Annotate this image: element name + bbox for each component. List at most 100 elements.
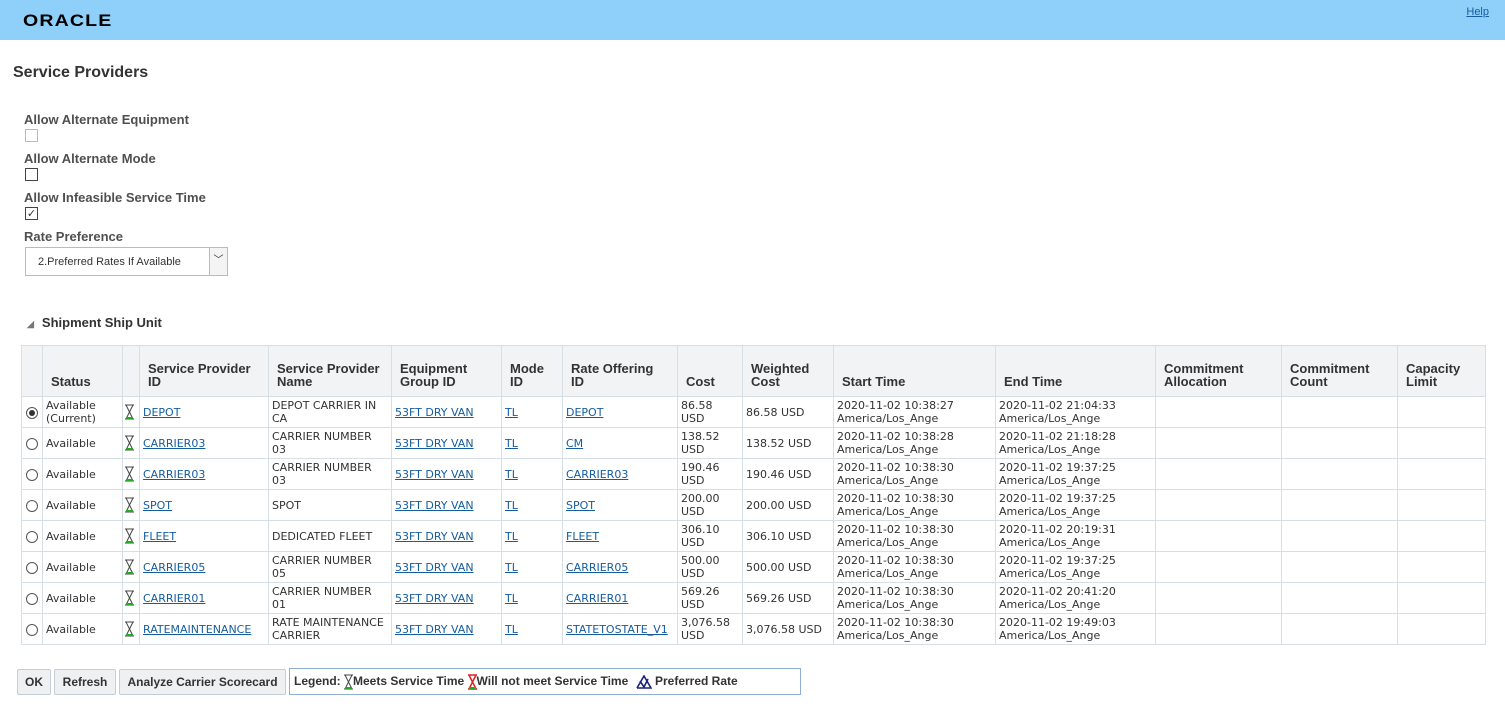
table-row: Available CARRIER01 CARRIER NUMBER 01 53FT …	[21, 582, 1486, 614]
allow-alternate-mode-checkbox[interactable]	[25, 168, 38, 181]
row-select-radio[interactable]	[26, 468, 38, 481]
mode-id-link[interactable]: TL	[505, 623, 518, 636]
row-select-radio[interactable]	[26, 592, 38, 605]
service-provider-name-cell: CARRIER NUMBER 03	[268, 458, 392, 490]
rate-preference-select[interactable]: 2.Preferred Rates If Available ﹀	[25, 247, 228, 276]
mode-id-link[interactable]: TL	[505, 437, 518, 450]
service-provider-id-link[interactable]: SPOT	[143, 499, 172, 512]
start-time-cell: 2020-11-02 10:38:30 America/Los_Ange	[833, 458, 996, 490]
row-select-radio[interactable]	[26, 530, 38, 543]
ok-button[interactable]: OK	[17, 669, 51, 695]
weighted-cost-cell: 190.46 USD	[742, 458, 834, 490]
status-cell: Available (Current)	[42, 396, 123, 428]
mode-id-link[interactable]: TL	[505, 561, 518, 574]
service-provider-id-link[interactable]: CARRIER01	[143, 592, 205, 605]
allow-infeasible-service-time-checkbox[interactable]: ✓	[25, 207, 38, 220]
row-select-radio[interactable]	[26, 406, 38, 419]
mode-id-link[interactable]: TL	[505, 530, 518, 543]
column-header: End Time	[995, 345, 1156, 397]
start-time-cell: 2020-11-02 10:38:30 America/Los_Ange	[833, 582, 996, 614]
row-select-radio[interactable]	[26, 499, 38, 512]
service-provider-id-link[interactable]: RATEMAINTENANCE	[143, 623, 251, 636]
rate-offering-link[interactable]: SPOT	[566, 499, 595, 512]
service-provider-id-link[interactable]: CARRIER03	[143, 437, 205, 450]
service-provider-name-cell: DEPOT CARRIER IN CA	[268, 396, 392, 428]
equipment-group-link[interactable]: 53FT DRY VAN	[395, 530, 474, 543]
section-header[interactable]: ◢ Shipment Ship Unit	[27, 315, 162, 330]
service-provider-id-link[interactable]: FLEET	[143, 530, 176, 543]
hourglass-icon	[125, 497, 134, 513]
column-header	[122, 345, 140, 397]
end-time-cell: 2020-11-02 20:41:20 America/Los_Ange	[995, 582, 1156, 614]
status-cell: Available	[42, 551, 123, 583]
rate-offering-link[interactable]: CM	[566, 437, 583, 450]
cost-cell: 200.00 USD	[677, 489, 743, 521]
equipment-group-link[interactable]: 53FT DRY VAN	[395, 623, 474, 636]
table-row: Available RATEMAINTENANCE RATE MAINTENANCE…	[21, 613, 1486, 645]
mode-id-link[interactable]: TL	[505, 499, 518, 512]
equipment-group-link[interactable]: 53FT DRY VAN	[395, 437, 474, 450]
cost-cell: 138.52 USD	[677, 427, 743, 459]
rate-offering-link[interactable]: CARRIER01	[566, 592, 628, 605]
refresh-button[interactable]: Refresh	[54, 669, 116, 695]
hourglass-red-icon	[467, 674, 477, 690]
row-select-radio[interactable]	[26, 623, 38, 636]
start-time-cell: 2020-11-02 10:38:28 America/Los_Ange	[833, 427, 996, 459]
service-provider-name-cell: CARRIER NUMBER 05	[268, 551, 392, 583]
cost-cell: 569.26 USD	[677, 582, 743, 614]
mode-id-link[interactable]: TL	[505, 592, 518, 605]
capacity-limit-cell	[1397, 489, 1486, 521]
end-time-cell: 2020-11-02 21:04:33 America/Los_Ange	[995, 396, 1156, 428]
service-providers-table: Status Service Provider ID Service Provide…	[21, 345, 1486, 645]
commitment-allocation-cell	[1155, 551, 1282, 583]
hourglass-icon	[125, 404, 134, 420]
service-provider-id-link[interactable]: CARRIER03	[143, 468, 205, 481]
cost-cell: 306.10 USD	[677, 520, 743, 552]
row-select-radio[interactable]	[26, 437, 38, 450]
capacity-limit-cell	[1397, 582, 1486, 614]
service-provider-name-cell: CARRIER NUMBER 03	[268, 427, 392, 459]
weighted-cost-cell: 306.10 USD	[742, 520, 834, 552]
help-link[interactable]: Help	[1466, 6, 1489, 18]
end-time-cell: 2020-11-02 19:49:03 America/Los_Ange	[995, 613, 1156, 645]
column-header: Capacity Limit	[1397, 345, 1486, 397]
rate-offering-link[interactable]: CARRIER05	[566, 561, 628, 574]
capacity-limit-cell	[1397, 427, 1486, 459]
rate-offering-link[interactable]: STATETOSTATE_V1	[566, 623, 668, 636]
equipment-group-link[interactable]: 53FT DRY VAN	[395, 499, 474, 512]
service-provider-name-cell: CARRIER NUMBER 01	[268, 582, 392, 614]
row-select-radio[interactable]	[26, 561, 38, 574]
start-time-cell: 2020-11-02 10:38:27 America/Los_Ange	[833, 396, 996, 428]
allow-alternate-equipment-checkbox[interactable]	[25, 129, 38, 142]
rate-offering-link[interactable]: CARRIER03	[566, 468, 628, 481]
equipment-group-link[interactable]: 53FT DRY VAN	[395, 468, 474, 481]
analyze-carrier-scorecard-button[interactable]: Analyze Carrier Scorecard	[119, 669, 286, 695]
chevron-down-icon[interactable]: ﹀	[209, 248, 227, 275]
mode-id-link[interactable]: TL	[505, 468, 518, 481]
table-row: Available SPOT SPOT 53FT DRY VAN TL SPOT 200.0…	[21, 489, 1486, 521]
commitment-allocation-cell	[1155, 613, 1282, 645]
commitment-count-cell	[1281, 427, 1398, 459]
service-provider-id-link[interactable]: CARRIER05	[143, 561, 205, 574]
capacity-limit-cell	[1397, 396, 1486, 428]
equipment-group-link[interactable]: 53FT DRY VAN	[395, 592, 474, 605]
start-time-cell: 2020-11-02 10:38:30 America/Los_Ange	[833, 489, 996, 521]
equipment-group-link[interactable]: 53FT DRY VAN	[395, 406, 474, 419]
start-time-cell: 2020-11-02 10:38:30 America/Los_Ange	[833, 520, 996, 552]
brand-bar: ORACLE Help	[0, 0, 1505, 40]
column-header: Rate Offering ID	[562, 345, 678, 397]
cost-cell: 500.00 USD	[677, 551, 743, 583]
column-header: Commitment Count	[1281, 345, 1398, 397]
service-provider-id-link[interactable]: DEPOT	[143, 406, 180, 419]
equipment-group-link[interactable]: 53FT DRY VAN	[395, 561, 474, 574]
mode-id-link[interactable]: TL	[505, 406, 518, 419]
rate-offering-link[interactable]: DEPOT	[566, 406, 603, 419]
collapse-triangle-icon[interactable]: ◢	[27, 319, 34, 329]
rate-offering-link[interactable]: FLEET	[566, 530, 599, 543]
commitment-count-cell	[1281, 520, 1398, 552]
hourglass-icon	[125, 528, 134, 544]
column-header: Status	[42, 345, 123, 397]
cost-cell: 86.58 USD	[677, 396, 743, 428]
table-row: Available CARRIER05 CARRIER NUMBER 05 53FT …	[21, 551, 1486, 583]
capacity-limit-cell	[1397, 458, 1486, 490]
